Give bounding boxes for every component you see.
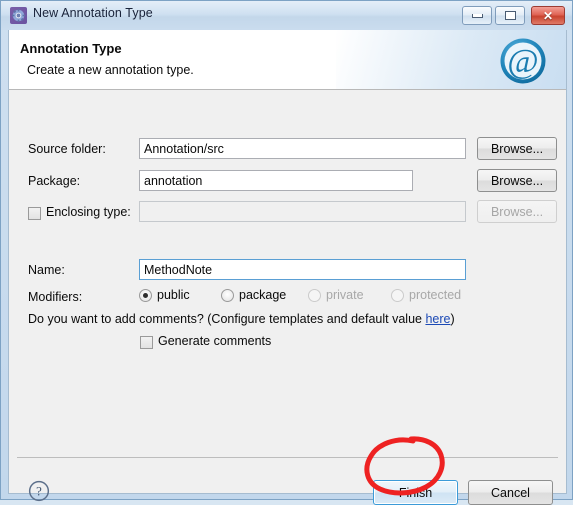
name-label: Name:	[28, 263, 65, 277]
minimize-button[interactable]	[462, 6, 492, 25]
source-folder-input[interactable]	[139, 138, 466, 159]
footer-separator	[17, 457, 558, 458]
at-sign-logo: @	[500, 38, 546, 84]
modifier-protected-label: protected	[409, 288, 462, 302]
source-folder-browse-button[interactable]: Browse...	[477, 137, 557, 160]
modifier-option-protected: protected	[391, 288, 461, 302]
page-title: Annotation Type	[20, 41, 122, 56]
radio-public-icon	[139, 288, 152, 302]
help-question-icon[interactable]: ?	[28, 480, 50, 502]
dialog-window: New Annotation Type ✕ Annotation Type Cr…	[0, 0, 573, 505]
generate-comments-label: Generate comments	[158, 334, 272, 348]
modifiers-label: Modifiers:	[28, 290, 83, 304]
annotation-gear-icon	[10, 7, 27, 24]
comments-question: Do you want to add comments? (Configure …	[28, 312, 455, 326]
modifier-option-package[interactable]: package	[221, 288, 286, 302]
enclosing-type-checkbox[interactable]	[28, 207, 41, 220]
finish-button[interactable]: Finish	[373, 480, 458, 505]
comments-question-tail: )	[450, 312, 455, 326]
cancel-button[interactable]: Cancel	[468, 480, 553, 505]
form-body: Source folder: Browse... Package: Browse…	[9, 91, 566, 455]
modifier-private-label: private	[326, 288, 364, 302]
comments-question-text: Do you want to add comments? (Configure …	[28, 312, 426, 326]
generate-comments-checkbox[interactable]	[140, 336, 153, 349]
svg-text:?: ?	[36, 485, 42, 499]
title-bar: New Annotation Type ✕	[1, 1, 572, 30]
restore-icon	[504, 11, 516, 20]
modifier-option-public[interactable]: public	[139, 288, 190, 302]
source-folder-label: Source folder:	[28, 142, 106, 156]
package-browse-button[interactable]: Browse...	[477, 169, 557, 192]
name-input[interactable]	[139, 259, 466, 280]
enclosing-type-input[interactable]	[139, 201, 466, 222]
package-input[interactable]	[139, 170, 413, 191]
package-label: Package:	[28, 174, 81, 188]
close-button[interactable]: ✕	[531, 6, 565, 25]
radio-private-icon	[308, 288, 321, 302]
page-subtitle: Create a new annotation type.	[27, 63, 194, 77]
svg-text:@: @	[507, 43, 538, 80]
enclosing-type-browse-button[interactable]: Browse...	[477, 200, 557, 223]
modifier-package-label: package	[239, 288, 287, 302]
enclosing-type-label: Enclosing type:	[46, 205, 131, 219]
dialog-client-area: Annotation Type Create a new annotation …	[8, 30, 567, 505]
wizard-header: Annotation Type Create a new annotation …	[9, 30, 566, 90]
close-icon: ✕	[542, 8, 554, 23]
radio-protected-icon	[391, 288, 404, 302]
window-title: New Annotation Type	[33, 6, 153, 20]
modifier-public-label: public	[157, 288, 190, 302]
configure-templates-link[interactable]: here	[425, 312, 450, 326]
minimize-icon	[471, 13, 483, 18]
maximize-button[interactable]	[495, 6, 525, 25]
radio-package-icon	[221, 288, 234, 302]
modifier-option-private: private	[308, 288, 364, 302]
